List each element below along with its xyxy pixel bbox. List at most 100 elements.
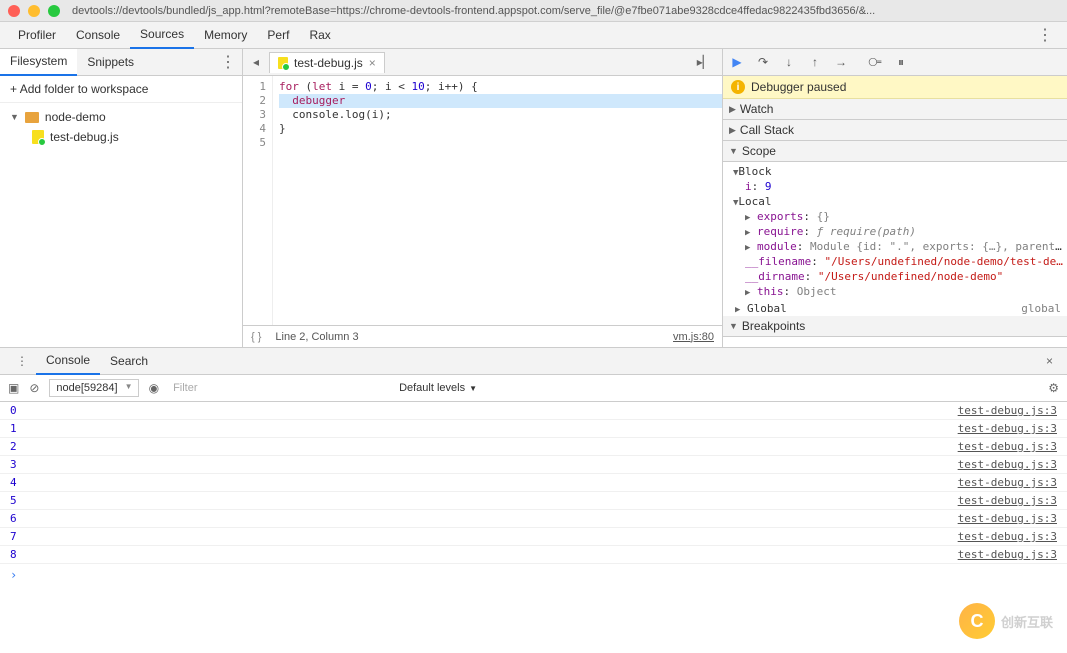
gear-icon[interactable]: ⚙	[1048, 381, 1059, 395]
scope-variable[interactable]: __dirname: "/Users/undefined/node-demo"	[733, 269, 1067, 284]
log-source-link[interactable]: test-debug.js:3	[958, 422, 1057, 435]
nav-forward-icon[interactable]: ▸▏	[693, 55, 716, 69]
clear-console-icon[interactable]: ⊘	[29, 381, 39, 395]
execution-context-select[interactable]: node[59284]	[49, 379, 138, 397]
log-value: 3	[10, 458, 17, 471]
close-window-button[interactable]	[8, 5, 20, 17]
sidebar-tab-snippets[interactable]: Snippets	[77, 49, 144, 76]
log-entry: 4 test-debug.js:3	[0, 474, 1067, 492]
maximize-window-button[interactable]	[48, 5, 60, 17]
log-source-link[interactable]: test-debug.js:3	[958, 530, 1057, 543]
log-entry: 2 test-debug.js:3	[0, 438, 1067, 456]
log-value: 4	[10, 476, 17, 489]
paused-label: Debugger paused	[751, 80, 846, 94]
log-entry: 6test-debug.js:3	[0, 510, 1067, 528]
tab-sources[interactable]: Sources	[130, 22, 194, 49]
tree-file[interactable]: test-debug.js	[0, 127, 242, 147]
log-source-link[interactable]: test-debug.js:3	[958, 440, 1057, 453]
debugger-panel: ▶ ↷ ↓ ↑ → ⧃ ⏸ i Debugger paused ▶Watch ▶…	[723, 49, 1067, 347]
scope-variable[interactable]: ▶ module: Module {id: ".", exports: {…},…	[733, 239, 1067, 254]
console-prompt[interactable]: ›	[0, 564, 1067, 586]
log-levels-select[interactable]: Default levels▼	[399, 382, 477, 394]
console-tabbar: ⋮ ConsoleSearch ×	[0, 348, 1067, 375]
log-value: 5	[10, 494, 17, 507]
sidebar-toggle-icon[interactable]: ▣	[8, 381, 19, 395]
editor-tab[interactable]: test-debug.js ×	[269, 52, 385, 73]
info-icon: i	[731, 80, 745, 94]
scope-group[interactable]: ▼Local	[733, 194, 1067, 209]
minimize-window-button[interactable]	[28, 5, 40, 17]
source-link[interactable]: vm.js:80	[673, 331, 714, 343]
close-tab-icon[interactable]: ×	[369, 56, 376, 70]
scope-variable[interactable]: ▶ require: ƒ require(path)	[733, 224, 1067, 239]
tree-folder[interactable]: ▼ node-demo	[0, 107, 242, 127]
add-folder-button[interactable]: + Add folder to workspace	[0, 76, 242, 103]
section-label: Call Stack	[740, 123, 794, 137]
log-source-link[interactable]: test-debug.js:3	[958, 458, 1057, 471]
step-out-icon[interactable]: ↑	[807, 54, 823, 70]
cursor-position: Line 2, Column 3	[275, 331, 358, 343]
log-source-link[interactable]: test-debug.js:3	[958, 512, 1057, 525]
watch-section[interactable]: ▶Watch	[723, 99, 1067, 120]
scope-variable[interactable]: ▶ this: Object	[733, 284, 1067, 299]
console-drawer: ⋮ ConsoleSearch × ▣ ⊘ node[59284] ◉ Defa…	[0, 347, 1067, 586]
console-log: 0test-debug.js:31test-debug.js:32test-de…	[0, 402, 1067, 564]
editor-statusbar: { } Line 2, Column 3 vm.js:80	[243, 325, 722, 347]
log-value: 8	[10, 548, 17, 561]
deactivate-breakpoints-icon[interactable]: ⧃	[867, 54, 883, 70]
line-gutter: 12345	[243, 76, 273, 325]
sidebar-more-icon[interactable]: ⋮	[214, 52, 242, 72]
braces-icon[interactable]: { }	[251, 331, 261, 343]
step-over-icon[interactable]: ↷	[755, 54, 771, 70]
tab-rax[interactable]: Rax	[299, 22, 340, 49]
callstack-section[interactable]: ▶ Call Stack	[723, 120, 1067, 141]
log-source-link[interactable]: test-debug.js:3	[958, 476, 1057, 489]
folder-icon	[25, 112, 39, 123]
more-menu-icon[interactable]: ⋮	[1031, 25, 1059, 45]
watermark: C 创新互联	[959, 603, 1053, 639]
close-drawer-icon[interactable]: ×	[1040, 354, 1059, 368]
breakpoints-section[interactable]: ▼Breakpoints	[723, 316, 1067, 337]
tab-memory[interactable]: Memory	[194, 22, 257, 49]
code-line	[279, 136, 722, 150]
console-tab-search[interactable]: Search	[100, 348, 158, 375]
scope-variable[interactable]: __filename: "/Users/undefined/node-demo/…	[733, 254, 1067, 269]
editor-tab-label: test-debug.js	[294, 56, 363, 70]
scope-variable[interactable]: ▶ exports: {}	[733, 209, 1067, 224]
eye-icon[interactable]: ◉	[149, 381, 159, 395]
log-entry: 7test-debug.js:3	[0, 528, 1067, 546]
scope-group[interactable]: ▼Block	[733, 164, 1067, 179]
code-line: debugger	[279, 94, 722, 108]
pause-exceptions-icon[interactable]: ⏸	[893, 54, 909, 70]
log-entry: 1test-debug.js:3	[0, 420, 1067, 438]
chevron-down-icon: ▼	[729, 146, 738, 156]
step-icon[interactable]: →	[833, 54, 849, 70]
folder-label: node-demo	[45, 110, 106, 124]
code-area[interactable]: 12345 for (let i = 0; i < 10; i++) { deb…	[243, 76, 722, 325]
tab-console[interactable]: Console	[66, 22, 130, 49]
tab-profiler[interactable]: Profiler	[8, 22, 66, 49]
console-menu-icon[interactable]: ⋮	[8, 354, 36, 368]
code-lines: for (let i = 0; i < 10; i++) { debugger …	[273, 76, 722, 325]
devtools-tabbar: ProfilerConsoleSourcesMemoryPerfRax ⋮	[0, 22, 1067, 49]
window-controls	[8, 5, 60, 17]
console-filter-input[interactable]	[169, 380, 389, 397]
log-value: 2	[10, 440, 17, 453]
step-into-icon[interactable]: ↓	[781, 54, 797, 70]
log-source-link[interactable]: test-debug.js:3	[958, 404, 1057, 417]
scope-variable[interactable]: i: 9	[733, 179, 1067, 194]
sidebar-tab-filesystem[interactable]: Filesystem	[0, 49, 77, 76]
scope-section[interactable]: ▼Scope	[723, 141, 1067, 162]
resume-icon[interactable]: ▶	[729, 54, 745, 70]
scope-global[interactable]: ▶ Global global	[723, 301, 1067, 316]
log-source-link[interactable]: test-debug.js:3	[958, 548, 1057, 561]
code-line: for (let i = 0; i < 10; i++) {	[279, 80, 722, 94]
nav-back-icon[interactable]: ◂	[249, 55, 263, 69]
log-source-link[interactable]: test-debug.js:3	[958, 494, 1057, 507]
context-label: node[59284]	[56, 382, 117, 394]
js-file-icon	[278, 57, 288, 69]
chevron-right-icon: ▶	[729, 125, 736, 136]
code-line: console.log(i);	[279, 108, 722, 122]
tab-perf[interactable]: Perf	[257, 22, 299, 49]
console-tab-console[interactable]: Console	[36, 348, 100, 375]
